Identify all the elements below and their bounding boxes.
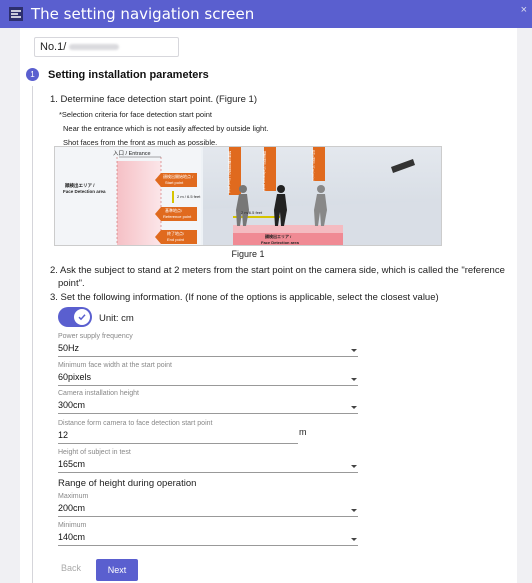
chevron-down-icon (351, 509, 357, 512)
min-face-width-select[interactable]: Minimum face width at the start point 60… (58, 362, 358, 386)
criteria-heading: *Selection criteria for face detection s… (59, 110, 212, 119)
fig-entrance: 入口 / Entrance (113, 151, 151, 157)
settings-panel: No.1/ 1 Setting installation parameters … (20, 28, 517, 583)
figure-caption: Figure 1 (231, 249, 265, 259)
fig-right-start: 顔検出開始地点 / Start point (227, 151, 231, 194)
camera-height-label: Camera installation height (58, 390, 139, 397)
chevron-down-icon (351, 349, 357, 352)
next-button[interactable]: Next (96, 559, 138, 581)
height-range-label: Range of height during operation (58, 478, 197, 489)
step-title: Setting installation parameters (48, 69, 209, 81)
subject-height-value: 165cm (58, 459, 86, 469)
distance-label: Distance form camera to face detection s… (58, 420, 213, 427)
fig-right-end: 終了地点 / End point (311, 150, 315, 181)
fig-end-en: End point (167, 237, 184, 242)
camera-label: No.1/ (40, 41, 67, 53)
power-frequency-value: 50Hz (58, 343, 80, 353)
instruction-1: 1. Determine face detection start point.… (50, 94, 257, 105)
chevron-down-icon (351, 465, 357, 468)
maximum-label: Maximum (58, 493, 89, 500)
minimum-value: 140cm (58, 532, 86, 542)
instruction-2-line-2: point". (58, 278, 85, 289)
chevron-down-icon (351, 538, 357, 541)
instruction-2-line-1: 2. Ask the subject to stand at 2 meters … (50, 265, 505, 276)
fig-start-en: Start point (165, 180, 184, 185)
window-title: The setting navigation screen (31, 5, 255, 23)
maximum-height-select[interactable]: Maximum 200cm (58, 493, 358, 517)
minimum-height-select[interactable]: Minimum 140cm (58, 522, 358, 546)
minimum-label: Minimum (58, 522, 87, 529)
camera-name-redacted (69, 44, 120, 50)
maximum-value: 200cm (58, 503, 86, 513)
fig-distance: 2 m / 6.5 feet (177, 194, 201, 199)
min-face-width-value: 60pixels (58, 372, 92, 382)
figure-1-illustration: 入口 / Entrance 顔検出エリア / Face Detection ar… (54, 146, 442, 246)
distance-input[interactable]: Distance form camera to face detection s… (58, 420, 298, 444)
subject-height-select[interactable]: Height of subject in test 165cm (58, 449, 358, 473)
camera-height-select[interactable]: Camera installation height 300cm (58, 390, 358, 414)
fig-ref-en: Reference point (163, 214, 192, 219)
fig-right-ref: 基準地点 / Reference point (262, 151, 266, 192)
app-icon (8, 6, 24, 22)
chevron-down-icon (351, 378, 357, 381)
criteria-note-1: Near the entrance which is not easily af… (63, 124, 269, 133)
fig-right-distance: 2 m/6.5 feet (241, 210, 263, 215)
back-button[interactable]: Back (59, 560, 83, 575)
fig-right-area-en: Face Detection area (261, 240, 299, 245)
min-face-width-label: Minimum face width at the start point (58, 362, 172, 369)
distance-unit: m (299, 427, 307, 437)
power-frequency-select[interactable]: Power supply frequency 50Hz (58, 333, 358, 357)
camera-height-value: 300cm (58, 400, 86, 410)
title-bar: The setting navigation screen × (0, 0, 532, 28)
instruction-3: 3. Set the following information. (If no… (50, 292, 439, 303)
toggle-knob (74, 309, 90, 325)
subject-height-label: Height of subject in test (58, 449, 131, 456)
fig-area-en: Face Detection area (63, 189, 106, 194)
distance-value: 12 (58, 430, 69, 440)
chevron-down-icon (351, 406, 357, 409)
step-number-badge: 1 (26, 68, 39, 81)
power-frequency-label: Power supply frequency (58, 333, 133, 340)
camera-name-box: No.1/ (34, 37, 179, 57)
check-icon (78, 314, 86, 321)
close-icon[interactable]: × (521, 4, 527, 16)
unit-toggle[interactable] (58, 307, 92, 327)
unit-label: Unit: cm (99, 313, 134, 324)
step-connector-line (32, 86, 33, 583)
